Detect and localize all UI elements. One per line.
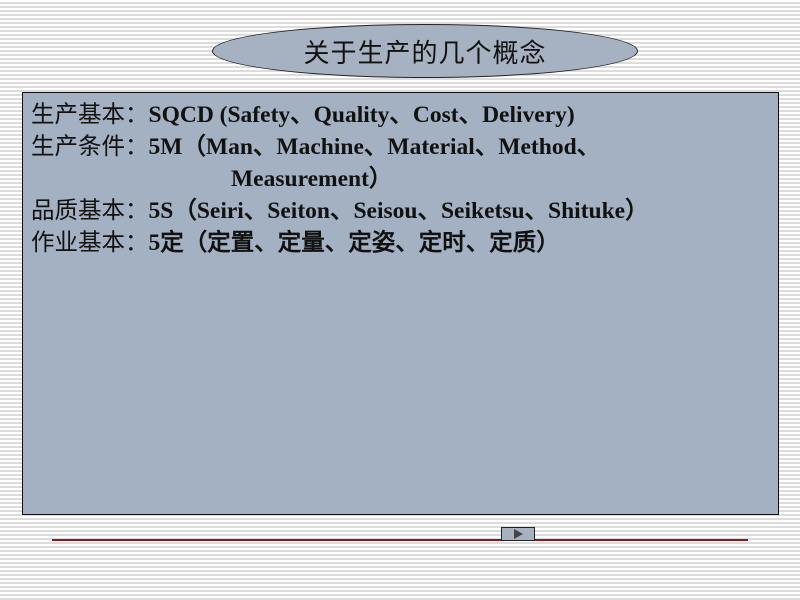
line-value: Measurement） <box>231 166 393 192</box>
next-slide-button[interactable] <box>501 527 535 541</box>
line-value: 5M（Man、Machine、Material、Method、 <box>148 134 601 160</box>
line-label: 生产基本： <box>31 102 149 128</box>
play-icon <box>513 529 523 539</box>
line-label: 作业基本： <box>31 230 149 256</box>
line-quality-basics: 品质基本：5S（Seiri、Seiton、Seisou、Seiketsu、Shi… <box>31 195 778 227</box>
line-label: 品质基本： <box>31 198 149 224</box>
line-label: 生产条件： <box>31 134 149 160</box>
slide-title: 关于生产的几个概念 <box>303 38 547 68</box>
line-production-conditions-cont: Measurement） <box>31 163 778 195</box>
footer-divider <box>52 539 748 541</box>
line-value: 5S（Seiri、Seiton、Seisou、Seiketsu、Shituke） <box>148 198 649 224</box>
line-production-conditions: 生产条件：5M（Man、Machine、Material、Method、 <box>31 131 778 163</box>
line-work-basics: 作业基本：5定（定置、定量、定姿、定时、定质） <box>31 227 778 259</box>
content-panel: 生产基本：SQCD (Safety、Quality、Cost、Delivery)… <box>22 92 779 515</box>
line-value: 5定（定置、定量、定姿、定时、定质） <box>148 230 560 256</box>
line-production-basics: 生产基本：SQCD (Safety、Quality、Cost、Delivery) <box>31 99 778 131</box>
line-value: SQCD (Safety、Quality、Cost、Delivery) <box>148 102 575 128</box>
slide-title-banner: 关于生产的几个概念 <box>212 24 638 78</box>
